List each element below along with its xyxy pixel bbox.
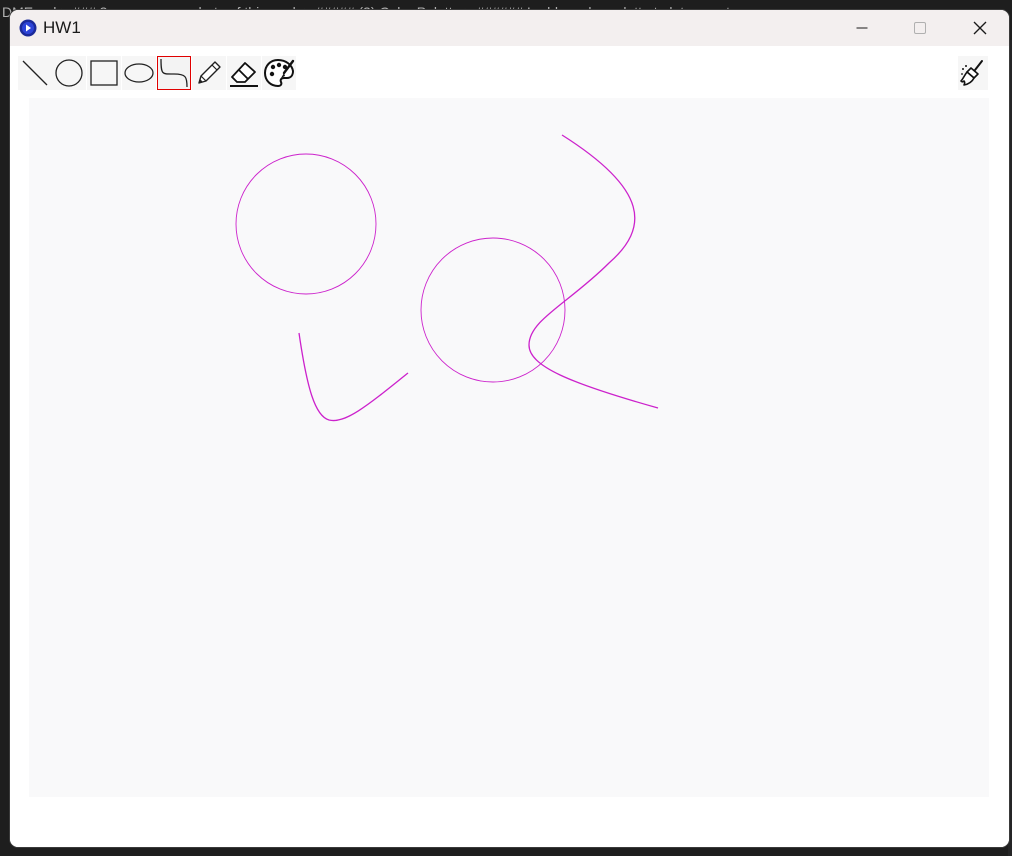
app-icon (19, 19, 37, 37)
rectangle-icon (90, 60, 118, 86)
pencil-icon (198, 61, 221, 84)
drawing-canvas[interactable] (29, 98, 989, 797)
close-icon (973, 21, 987, 35)
app-window: HW1 (10, 10, 1009, 847)
drawn-curve-2 (298, 332, 409, 422)
maximize-button[interactable] (891, 10, 949, 46)
close-button[interactable] (951, 10, 1009, 46)
ellipse-icon (124, 63, 154, 83)
palette-tool-button[interactable] (262, 56, 296, 90)
clear-tool-button[interactable] (958, 56, 988, 90)
eraser-tool-button[interactable] (227, 56, 261, 90)
maximize-icon (914, 22, 926, 34)
curve-icon (160, 58, 188, 88)
minimize-button[interactable] (833, 10, 891, 46)
palette-icon (263, 58, 295, 88)
broom-icon (960, 60, 983, 86)
ellipse-tool-button[interactable] (122, 56, 156, 90)
curve-tool-button[interactable] (157, 56, 191, 90)
circle-tool-button[interactable] (52, 56, 86, 90)
line-icon (22, 60, 48, 86)
status-area (10, 797, 1009, 847)
window-title: HW1 (43, 18, 81, 37)
drawn-circle-2 (420, 237, 566, 383)
toolbar (10, 46, 1009, 98)
canvas-drawing (235, 134, 659, 422)
drawn-curve-1 (528, 134, 659, 409)
pencil-tool-button[interactable] (192, 56, 226, 90)
drawn-circle-1 (235, 153, 377, 295)
minimize-icon (856, 27, 868, 29)
rectangle-tool-button[interactable] (87, 56, 121, 90)
line-tool-button[interactable] (18, 56, 52, 90)
title-bar[interactable]: HW1 (10, 10, 1009, 46)
eraser-icon (230, 62, 258, 87)
circle-icon (55, 59, 83, 87)
